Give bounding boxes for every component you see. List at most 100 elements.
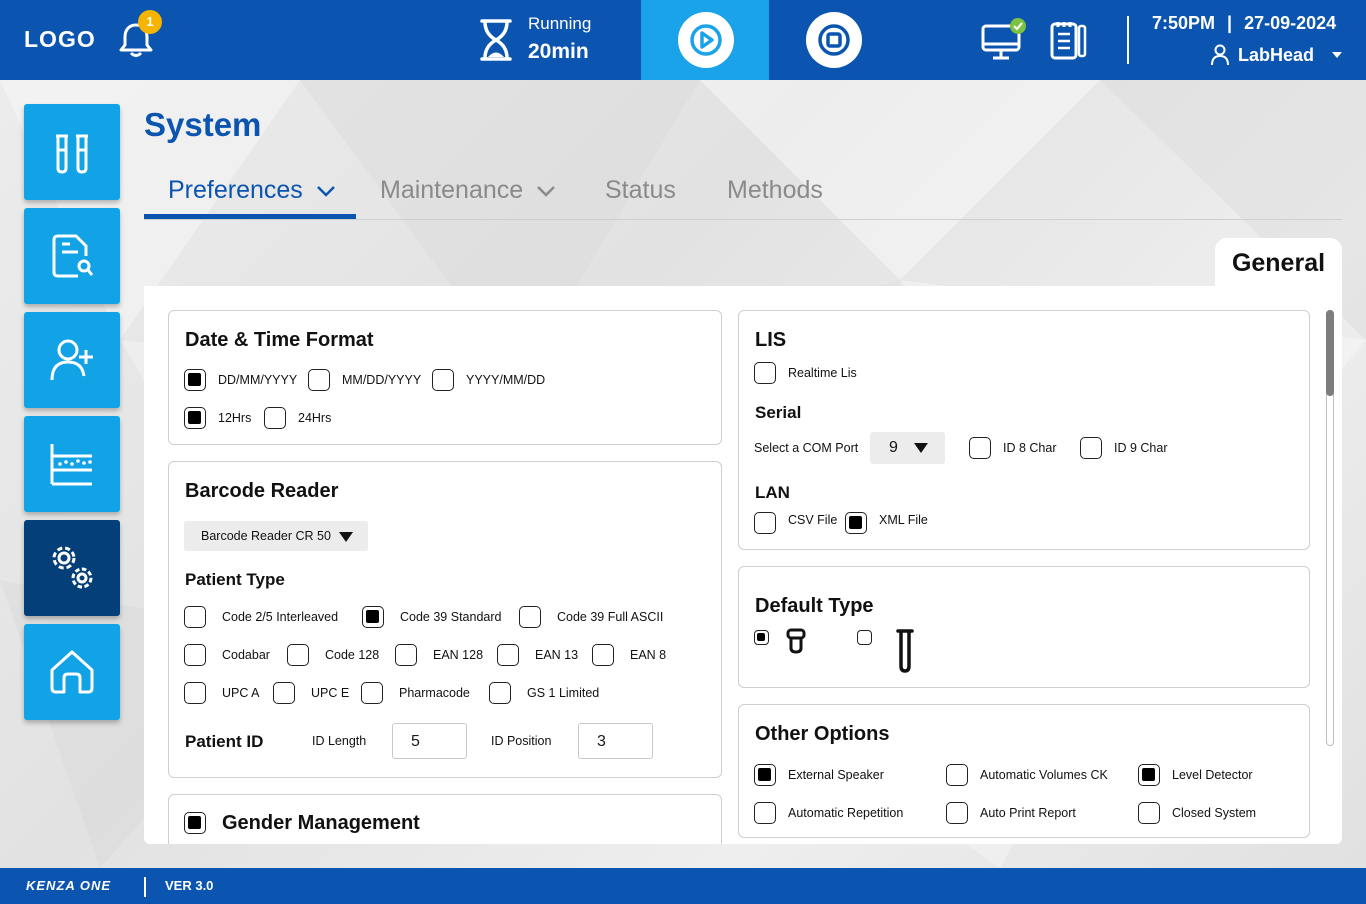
date: 27-09-2024 [1244, 13, 1337, 33]
user-name: LabHead [1238, 44, 1315, 65]
add-user-icon [50, 339, 93, 381]
upc-a-checkbox[interactable] [184, 682, 206, 704]
scrollbar-thumb[interactable] [1326, 310, 1334, 396]
level-detector-checkbox[interactable] [1138, 764, 1160, 786]
time: 7:50PM [1152, 13, 1216, 33]
patient-id-title: Patient ID [185, 732, 264, 751]
tab-status-label: Status [605, 176, 676, 204]
other-options-title: Other Options [755, 723, 890, 745]
tab-maintenance[interactable]: Maintenance [380, 172, 556, 220]
default-type-tube-checkbox[interactable] [857, 630, 872, 645]
tab-maintenance-label: Maintenance [380, 176, 524, 204]
id-8-char-checkbox[interactable] [969, 437, 991, 459]
date-format-mmddyyyy-checkbox[interactable] [308, 369, 330, 391]
caret-down-icon [339, 531, 354, 542]
code-label: UPC A [222, 686, 260, 700]
xml-file-checkbox[interactable] [845, 512, 867, 534]
time-format-12hrs-checkbox[interactable] [184, 407, 206, 429]
id-9-char-checkbox[interactable] [1080, 437, 1102, 459]
realtime-lis-checkbox[interactable] [754, 362, 776, 384]
pharmacode-checkbox[interactable] [361, 682, 383, 704]
date-time-format-title: Date & Time Format [185, 329, 374, 351]
option-label: Auto Print Report [980, 806, 1076, 820]
auto-print-report-checkbox[interactable] [946, 802, 968, 824]
header-divider [1127, 16, 1129, 64]
sidebar-item-patients[interactable] [24, 312, 120, 408]
tab-methods[interactable]: Methods [727, 172, 823, 220]
sidebar-item-home[interactable] [24, 624, 120, 720]
csv-file-checkbox[interactable] [754, 512, 776, 534]
play-button[interactable] [678, 12, 734, 68]
footer: KENZA ONE VER 3.0 [0, 868, 1366, 904]
ean-128-checkbox[interactable] [395, 644, 417, 666]
code-128-checkbox[interactable] [287, 644, 309, 666]
sample-cup-icon [786, 628, 806, 654]
top-bar: LOGO 1 Running 20min 7:50PM | 27-09-2024… [0, 0, 1366, 80]
lis-title: LIS [755, 329, 787, 351]
gender-management-card: Gender Management [168, 794, 722, 844]
external-speaker-checkbox[interactable] [754, 764, 776, 786]
tab-preferences-label: Preferences [168, 176, 303, 204]
time-format-24hrs-checkbox[interactable] [264, 407, 286, 429]
hourglass-icon [480, 19, 512, 61]
date-format-label: DD/MM/YYYY [218, 373, 298, 387]
code-label: Code 128 [325, 648, 380, 662]
section-tab-general[interactable]: General [1215, 238, 1342, 290]
run-status: Running [528, 14, 592, 33]
user-icon [1211, 44, 1229, 66]
automatic-repetition-checkbox[interactable] [754, 802, 776, 824]
id-position-input[interactable]: 3 [578, 723, 653, 759]
monitor-connected-icon[interactable] [980, 18, 1028, 62]
sidebar-item-reports[interactable] [24, 208, 120, 304]
play-icon [690, 24, 722, 56]
code-39-full-ascii-checkbox[interactable] [519, 606, 541, 628]
sidebar-item-system[interactable] [24, 520, 120, 616]
play-button-area[interactable] [641, 0, 769, 80]
time-format-label: 24Hrs [298, 411, 332, 425]
sidebar-item-quality-control[interactable] [24, 416, 120, 512]
barcode-reader-value: Barcode Reader CR 50 [201, 529, 331, 543]
code-39-standard-checkbox[interactable] [362, 606, 384, 628]
gender-management-checkbox[interactable] [184, 812, 206, 834]
ean-8-checkbox[interactable] [592, 644, 614, 666]
com-port-label: Select a COM Port [754, 441, 859, 455]
chevron-down-icon [537, 186, 555, 198]
ean-13-checkbox[interactable] [497, 644, 519, 666]
chart-icon [50, 444, 92, 486]
date-format-label: YYYY/MM/DD [466, 373, 546, 387]
realtime-lis-label: Realtime Lis [788, 366, 857, 380]
code-label: Pharmacode [399, 686, 470, 700]
code-2-5-interleaved-checkbox[interactable] [184, 606, 206, 628]
option-label: Automatic Volumes CK [980, 768, 1108, 782]
code-label: Code 39 Full ASCII [557, 610, 664, 624]
date-format-yyyymmdd-checkbox[interactable] [432, 369, 454, 391]
gs1-limited-checkbox[interactable] [489, 682, 511, 704]
automatic-volumes-ck-checkbox[interactable] [946, 764, 968, 786]
default-type-cup-checkbox[interactable] [754, 630, 769, 645]
clipboard-icon[interactable] [1048, 18, 1088, 62]
closed-system-checkbox[interactable] [1138, 802, 1160, 824]
option-label: Level Detector [1172, 768, 1253, 782]
user-menu[interactable]: LabHead [1210, 44, 1344, 66]
gender-management-title: Gender Management [222, 812, 420, 834]
codabar-checkbox[interactable] [184, 644, 206, 666]
code-label: UPC E [311, 686, 350, 700]
barcode-reader-title: Barcode Reader [185, 480, 339, 502]
sidebar-item-samples[interactable] [24, 104, 120, 200]
date-separator: | [1227, 13, 1233, 33]
tab-preferences[interactable]: Preferences [168, 172, 336, 220]
date-format-ddmmyyyy-checkbox[interactable] [184, 369, 206, 391]
upc-e-checkbox[interactable] [273, 682, 295, 704]
footer-divider [144, 877, 146, 897]
stop-button[interactable] [806, 12, 862, 68]
id-length-input[interactable]: 5 [392, 723, 467, 759]
tab-status[interactable]: Status [605, 172, 676, 220]
tab-bar: Preferences Maintenance Status Methods [144, 172, 1342, 220]
date-format-label: MM/DD/YYYY [342, 373, 422, 387]
csv-file-label: CSV File [788, 513, 838, 527]
com-port-select[interactable]: 9 [870, 432, 945, 464]
code-label: Code 39 Standard [400, 610, 502, 624]
tab-methods-label: Methods [727, 176, 823, 204]
barcode-reader-select[interactable]: Barcode Reader CR 50 [184, 521, 368, 551]
stop-icon [818, 24, 850, 56]
